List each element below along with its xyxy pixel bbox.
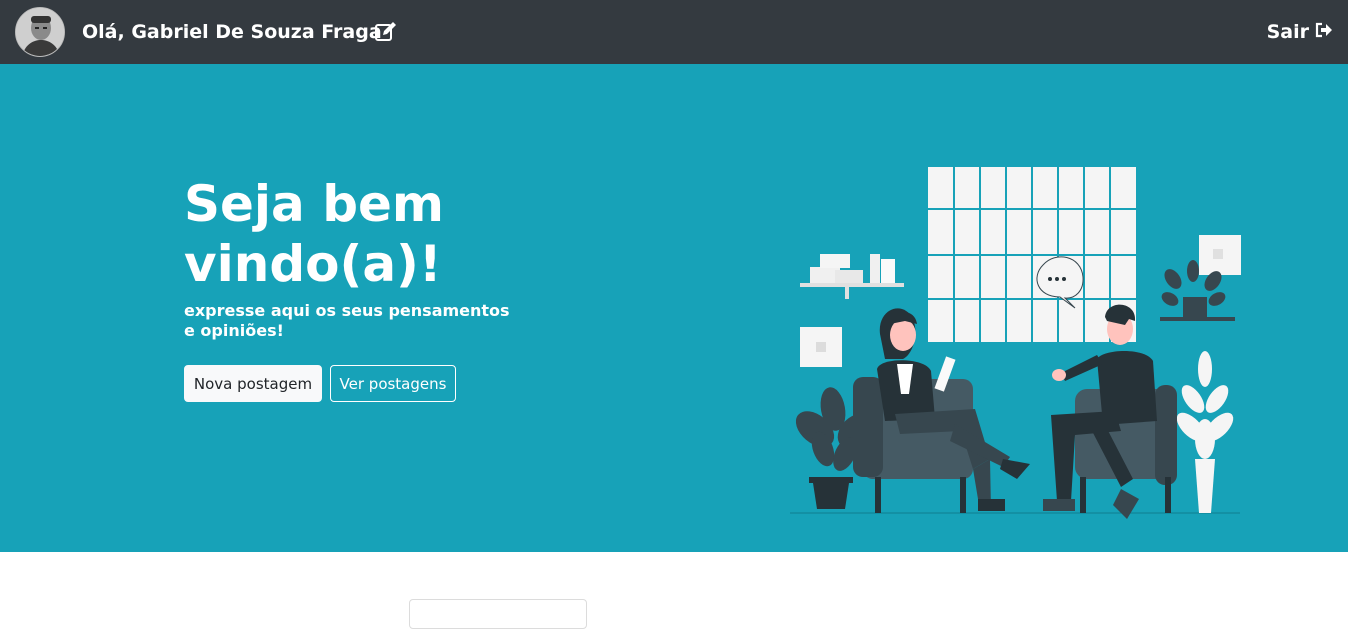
view-posts-button[interactable]: Ver postagens	[330, 365, 456, 402]
user-greeting: Olá, Gabriel De Souza Fraga	[82, 21, 382, 43]
hero-title: Seja bem vindo(a)!	[184, 175, 445, 293]
hero-section: Seja bem vindo(a)! expresse aqui os seus…	[0, 64, 1348, 552]
post-card	[409, 599, 587, 629]
wall-frame-graphic	[800, 327, 842, 367]
avatar[interactable]	[15, 7, 65, 57]
conversation-illustration	[790, 167, 1241, 519]
logout-label: Sair	[1266, 21, 1309, 43]
new-post-button[interactable]: Nova postagem	[184, 365, 322, 402]
hero-subtitle: expresse aqui os seus pensamentos e opin…	[184, 301, 510, 340]
top-navbar: Olá, Gabriel De Souza Fraga Sair	[0, 0, 1348, 64]
logout-icon	[1315, 21, 1333, 43]
window-graphic	[928, 167, 1136, 342]
logout-button[interactable]: Sair	[1267, 0, 1333, 64]
edit-icon[interactable]	[374, 21, 398, 43]
shelf-graphic	[800, 254, 904, 299]
